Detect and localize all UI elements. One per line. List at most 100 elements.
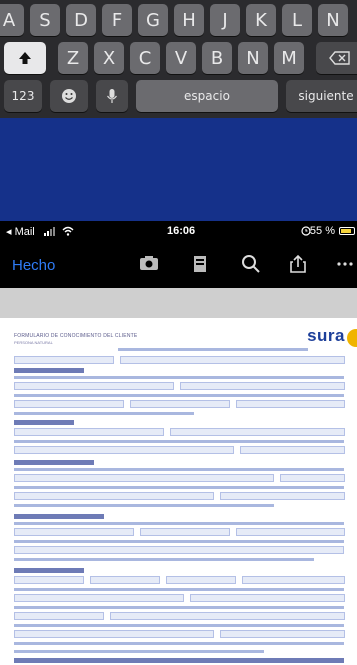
key-a[interactable]: A: [0, 4, 24, 36]
form-field: [130, 400, 230, 408]
key-s[interactable]: S: [30, 4, 60, 36]
camera-icon[interactable]: [138, 253, 162, 275]
key-v[interactable]: V: [166, 42, 196, 74]
shift-up-arrow-icon: [19, 52, 31, 64]
key-j[interactable]: J: [210, 4, 240, 36]
next-key[interactable]: siguiente: [286, 80, 357, 112]
form-field: [110, 612, 345, 620]
keyboard-row-3: 123 espacio siguiente: [0, 80, 357, 114]
form-field: [190, 594, 345, 602]
form-line: [14, 486, 344, 489]
form-line: [14, 394, 344, 397]
microphone-icon: [107, 89, 117, 103]
battery-icon: [339, 227, 355, 235]
form-field: [14, 382, 174, 390]
key-d[interactable]: D: [66, 4, 96, 36]
form-field: [170, 428, 345, 436]
form-field: [14, 356, 114, 364]
form-field: [14, 630, 214, 638]
dictation-key[interactable]: [96, 80, 128, 112]
form-field: [90, 576, 160, 584]
form-field: [14, 400, 124, 408]
share-icon[interactable]: [287, 253, 311, 275]
form-field: [180, 382, 345, 390]
key-g[interactable]: G: [138, 4, 168, 36]
key-l[interactable]: L: [282, 4, 312, 36]
form-section-header: [14, 420, 74, 425]
form-line: [14, 558, 314, 561]
form-field: [14, 474, 274, 482]
key-h[interactable]: H: [174, 4, 204, 36]
form-field: [236, 528, 345, 536]
document-page[interactable]: FORMULARIO DE CONOCIMIENTO DEL CLIENTE P…: [0, 318, 357, 665]
form-line: [14, 642, 344, 645]
form-field: [14, 576, 84, 584]
form-line: [14, 624, 344, 627]
form-line: [118, 348, 308, 351]
key-z[interactable]: Z: [58, 42, 88, 74]
form-section-header: [14, 514, 104, 519]
key-n[interactable]: N: [238, 42, 268, 74]
viewer-toolbar: Hecho: [0, 241, 357, 288]
wifi-icon: [62, 226, 74, 239]
form-section-header: [14, 460, 94, 465]
keyboard-row-1: A S D F G H J K L N: [0, 4, 357, 38]
key-n-tilde[interactable]: N: [318, 4, 348, 36]
key-f[interactable]: F: [102, 4, 132, 36]
form-field: [14, 594, 184, 602]
blue-banner: [0, 118, 357, 221]
key-x[interactable]: X: [94, 42, 124, 74]
form-field: [240, 446, 345, 454]
form-field: [14, 528, 134, 536]
delete-key[interactable]: [316, 42, 357, 74]
form-line: [14, 376, 344, 379]
key-m[interactable]: M: [274, 42, 304, 74]
form-line: [14, 522, 344, 525]
document-subtitle: PERSONA NATURAL: [14, 340, 53, 345]
battery-percent: 55 %: [309, 225, 335, 237]
form-section-header: [14, 368, 84, 373]
form-field: [14, 612, 104, 620]
key-b[interactable]: B: [202, 42, 232, 74]
form-field: [220, 630, 345, 638]
more-icon[interactable]: [334, 253, 357, 275]
form-line: [14, 412, 194, 415]
onscreen-keyboard: A S D F G H J K L N Z X C V B N M 123 es…: [0, 0, 357, 118]
form-line: [14, 606, 344, 609]
status-bar: ◂ Mail 16:06 55 %: [0, 221, 357, 241]
form-field: [236, 400, 345, 408]
form-line: [14, 540, 344, 543]
shift-key[interactable]: [4, 42, 46, 74]
form-line: [14, 650, 264, 653]
emoji-key[interactable]: [50, 80, 88, 112]
sura-logo: sura: [307, 326, 345, 345]
form-field: [120, 356, 345, 364]
clock: 16:06: [167, 225, 196, 237]
key-c[interactable]: C: [130, 42, 160, 74]
document-title: FORMULARIO DE CONOCIMIENTO DEL CLIENTE: [14, 333, 138, 339]
document-icon[interactable]: [190, 253, 214, 275]
form-line: [14, 588, 344, 591]
keyboard-row-2: Z X C V B N M: [0, 42, 357, 76]
form-field: [166, 576, 236, 584]
form-field: [220, 492, 345, 500]
done-button[interactable]: Hecho: [12, 257, 55, 274]
form-field: [14, 546, 344, 554]
search-icon[interactable]: [240, 253, 264, 275]
form-field: [14, 492, 214, 500]
form-field: [242, 576, 345, 584]
form-field: [280, 474, 345, 482]
document-viewer[interactable]: FORMULARIO DE CONOCIMIENTO DEL CLIENTE P…: [0, 288, 357, 665]
form-section-header: [14, 568, 84, 573]
form-field: [140, 528, 230, 536]
key-k[interactable]: K: [246, 4, 276, 36]
sura-logo-mark: [347, 329, 357, 347]
numbers-key[interactable]: 123: [4, 80, 42, 112]
space-key[interactable]: espacio: [136, 80, 278, 112]
form-line: [14, 468, 344, 471]
back-to-app-label[interactable]: ◂ Mail: [6, 225, 35, 238]
form-line: [14, 504, 274, 507]
signal-icon: [44, 227, 58, 239]
form-section-header: [14, 658, 344, 663]
form-line: [14, 440, 344, 443]
